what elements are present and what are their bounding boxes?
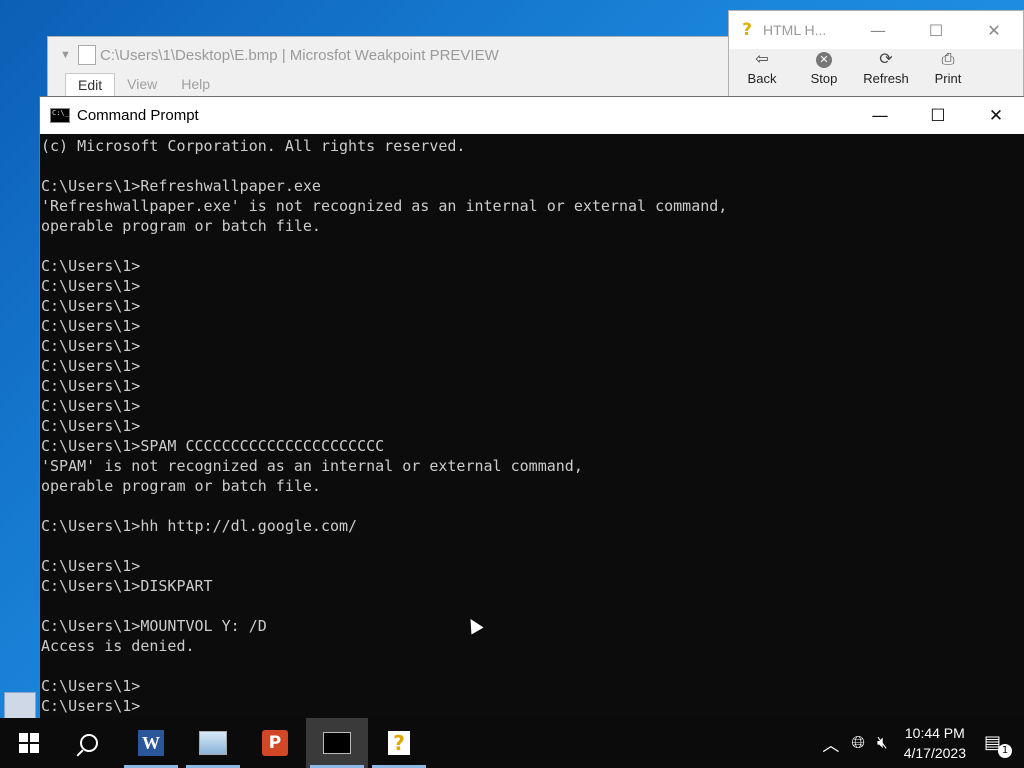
minimize-button[interactable]: — — [849, 21, 907, 40]
command-prompt-titlebar[interactable]: Command Prompt — ☐ ✕ — [40, 97, 1024, 134]
console-line: C:\Users\1> — [41, 357, 141, 375]
console-line: 'SPAM' is not recognized as an internal … — [41, 457, 583, 475]
volume-muted-icon[interactable]: 🔇︎ — [877, 733, 888, 753]
clock-time: 10:44 PM — [904, 725, 965, 741]
console-line: C:\Users\1>SPAM CCCCCCCCCCCCCCCCCCCCCC — [41, 437, 385, 455]
search-button[interactable] — [58, 718, 120, 768]
html-help-titlebar[interactable]: ? HTML H... — ☐ ✕ — [729, 11, 1023, 49]
command-prompt-window[interactable]: Command Prompt — ☐ ✕ (c) Microsoft Corpo… — [39, 96, 1024, 720]
windows-icon — [19, 733, 39, 753]
print-button[interactable]: ⎙ Print — [917, 49, 979, 86]
console-line: C:\Users\1>MOUNTVOL Y: /D — [41, 617, 267, 635]
console-line: C:\Users\1> — [41, 417, 141, 435]
quick-access-dropdown-icon[interactable]: ▼ — [60, 49, 76, 61]
console-line: C:\Users\1>hh http://dl.google.com/ — [41, 517, 358, 535]
system-tray: ︿ 🌐︎ 🔇︎ 10:44 PM 4/17/2023 ▤ 1 — [816, 718, 1024, 768]
console-line: C:\Users\1> — [41, 317, 141, 335]
taskbar-paint[interactable] — [182, 718, 244, 768]
back-label: Back — [747, 71, 777, 86]
console-line: C:\Users\1>DISKPART — [41, 577, 213, 595]
powerpoint-icon: P — [262, 730, 288, 756]
back-button[interactable]: ⇦ Back — [731, 49, 793, 86]
console-line: 'Refreshwallpaper.exe' is not recognized… — [41, 197, 728, 215]
close-button[interactable]: ✕ — [967, 106, 1024, 126]
refresh-button[interactable]: ⟳ Refresh — [855, 49, 917, 86]
console-line: C:\Users\1>Refreshwallpaper.exe — [41, 177, 321, 195]
notification-center-button[interactable]: ▤ 1 — [984, 732, 1012, 758]
print-icon: ⎙ — [941, 51, 955, 68]
taskbar-word[interactable]: W — [120, 718, 182, 768]
console-line: operable program or batch file. — [41, 477, 321, 495]
network-globe-icon[interactable]: 🌐︎ — [851, 733, 865, 753]
console-line: (c) Microsoft Corporation. All rights re… — [41, 137, 466, 155]
paint-icon — [199, 731, 227, 755]
console-line: operable program or batch file. — [41, 217, 321, 235]
taskbar-powerpoint[interactable]: P — [244, 718, 306, 768]
taskbar: W P ? ︿ 🌐︎ 🔇︎ 10:44 PM 4/17/2023 ▤ 1 — [0, 718, 1024, 768]
search-icon — [80, 734, 98, 752]
console-line: C:\Users\1> — [41, 337, 141, 355]
minimize-button[interactable]: — — [851, 106, 909, 126]
maximize-button[interactable]: ☐ — [909, 106, 967, 126]
document-icon — [78, 45, 96, 65]
clock[interactable]: 10:44 PM 4/17/2023 — [904, 723, 966, 763]
start-button[interactable] — [0, 718, 58, 768]
html-help-icon: ? — [742, 20, 752, 40]
console-output[interactable]: (c) Microsoft Corporation. All rights re… — [41, 134, 1024, 719]
back-arrow-icon: ⇦ — [755, 51, 769, 68]
console-line: C:\Users\1> — [41, 257, 141, 275]
close-button[interactable]: ✕ — [965, 21, 1023, 40]
refresh-label: Refresh — [863, 71, 909, 86]
console-line: C:\Users\1> — [41, 397, 141, 415]
chevron-up-icon[interactable]: ︿ — [822, 731, 839, 756]
html-help-toolbar: ⇦ Back ✕ Stop ⟳ Refresh ⎙ Print — [729, 49, 1023, 86]
console-line: C:\Users\1> — [41, 297, 141, 315]
console-line: C:\Users\1> — [41, 377, 141, 395]
console-line: C:\Users\1> — [41, 557, 141, 575]
stop-icon: ✕ — [816, 52, 832, 68]
stop-button[interactable]: ✕ Stop — [793, 49, 855, 86]
console-line: Access is denied. — [41, 637, 195, 655]
menu-view[interactable]: View — [115, 73, 169, 98]
wordpad-title: C:\Users\1\Desktop\E.bmp | Microsfot Wea… — [100, 46, 499, 64]
maximize-button[interactable]: ☐ — [907, 21, 965, 40]
notification-badge: 1 — [998, 744, 1012, 758]
wordpad-titlebar[interactable]: ▼ C:\Users\1\Desktop\E.bmp | Microsfot W… — [48, 37, 768, 73]
print-label: Print — [934, 71, 962, 86]
clock-date: 4/17/2023 — [903, 745, 966, 761]
command-prompt-icon — [323, 732, 351, 754]
word-icon: W — [138, 730, 164, 756]
desktop-shortcut-icon[interactable] — [4, 692, 36, 720]
console-line: C:\Users\1> — [41, 697, 141, 715]
html-help-icon: ? — [388, 731, 410, 755]
command-prompt-icon — [50, 108, 70, 123]
taskbar-command-prompt[interactable] — [306, 718, 368, 768]
html-help-window[interactable]: ? HTML H... — ☐ ✕ ⇦ Back ✕ Stop ⟳ Refres… — [728, 10, 1024, 102]
console-line: C:\Users\1> — [41, 277, 141, 295]
command-prompt-title: Command Prompt — [77, 107, 199, 124]
refresh-icon: ⟳ — [879, 51, 893, 68]
console-line: C:\Users\1> — [41, 677, 141, 695]
taskbar-html-help[interactable]: ? — [368, 718, 430, 768]
menu-help[interactable]: Help — [169, 73, 222, 98]
stop-label: Stop — [810, 71, 838, 86]
html-help-title: HTML H... — [763, 22, 827, 38]
